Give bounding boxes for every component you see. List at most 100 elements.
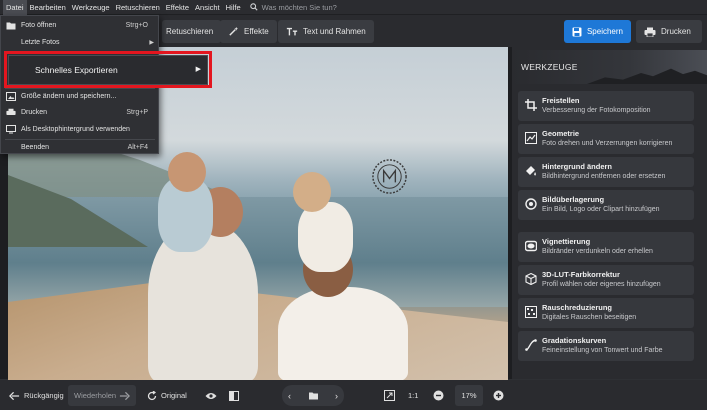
compare-toggle[interactable]	[229, 385, 243, 406]
menu-effekte[interactable]: Effekte	[163, 0, 192, 15]
print-button[interactable]: Drucken	[636, 20, 702, 43]
shortcut-print: Strg+P	[126, 109, 148, 116]
curves-icon	[525, 339, 537, 351]
submenu-arrow-icon: ▶	[195, 66, 201, 73]
tool-name: Rauschreduzierung	[542, 303, 613, 312]
resize-image-icon	[6, 92, 16, 101]
tool-name: Hintergrund ändern	[542, 162, 613, 171]
shortcut-open: Strg+O	[125, 22, 148, 29]
tools-panel-header: WERKZEUGE	[512, 50, 707, 84]
tools-panel-title: WERKZEUGE	[521, 62, 578, 72]
zoom-in-button[interactable]	[493, 385, 508, 406]
fit-screen-icon	[384, 390, 395, 401]
tool-noise-reduction[interactable]: Rauschreduzierung Digitales Rauschen bes…	[518, 298, 694, 328]
plus-circle-icon	[493, 390, 504, 401]
tool-curves[interactable]: Gradationskurven Feineinstellung von Ton…	[518, 331, 694, 361]
floppy-disk-icon	[572, 27, 582, 36]
menu-item-resize-save-label: Größe ändern und speichern...	[21, 93, 117, 100]
lut-cube-icon	[525, 273, 537, 285]
zoom-out-button[interactable]	[433, 385, 448, 406]
tool-vignette[interactable]: Vignettierung Bildränder verdunkeln oder…	[518, 232, 694, 262]
tool-crop[interactable]: Freistellen Verbesserung der Fotokomposi…	[518, 91, 694, 121]
tool-change-background[interactable]: Hintergrund ändern Bildhintergrund entfe…	[518, 157, 694, 187]
tool-description: Bildränder verdunkeln oder erhellen	[542, 248, 653, 255]
menu-item-exit-label: Beenden	[21, 144, 50, 151]
overlay-icon	[525, 198, 537, 210]
menu-item-resize-save[interactable]: Größe ändern und speichern...	[1, 89, 158, 104]
tool-name: Gradationskurven	[542, 336, 607, 345]
save-label: Speichern	[586, 27, 623, 36]
preview-toggle[interactable]	[205, 385, 221, 406]
menu-item-set-wallpaper-label: Als Desktophintergrund verwenden	[21, 126, 130, 133]
undo-button[interactable]: Rückgängig	[9, 385, 64, 406]
bottom-bar: Rückgängig Wiederholen Original ‹ › 1:1 …	[0, 380, 707, 410]
printer-icon	[6, 108, 16, 115]
search-box[interactable]: Was möchten Sie tun?	[249, 2, 337, 12]
tab-text-frame[interactable]: Text und Rahmen	[278, 20, 374, 43]
tool-name: Geometrie	[542, 129, 580, 138]
menu-item-open-photo[interactable]: Foto öffnen Strg+O	[1, 18, 158, 33]
paint-bucket-icon	[526, 166, 536, 176]
folder-icon	[6, 22, 16, 30]
tab-text-frame-label: Text und Rahmen	[303, 27, 366, 36]
actual-size-button[interactable]: 1:1	[408, 385, 418, 406]
tool-description: Verbesserung der Fotokomposition	[542, 107, 651, 114]
tool-name: 3D-LUT-Farbkorrektur	[542, 270, 620, 279]
menu-item-recent-photos-label: Letzte Fotos	[21, 39, 60, 46]
geometry-icon	[525, 132, 537, 144]
tool-description: Profil wählen oder eigenes hinzufügen	[542, 281, 661, 288]
previous-photo-icon[interactable]: ‹	[288, 391, 291, 401]
next-photo-icon[interactable]: ›	[335, 391, 338, 401]
tool-description: Foto drehen und Verzerrungen korrigieren	[542, 140, 673, 147]
photo-woman-body	[278, 287, 408, 380]
tool-description: Digitales Rauschen beseitigen	[542, 314, 637, 321]
monitor-icon	[6, 125, 16, 134]
tool-geometry[interactable]: Geometrie Foto drehen und Verzerrungen k…	[518, 124, 694, 154]
menu-bar: Datei Bearbeiten Werkzeuge Retuschieren …	[0, 0, 707, 15]
menu-divider	[5, 53, 155, 54]
menu-ansicht[interactable]: Ansicht	[192, 0, 223, 15]
menu-item-open-photo-label: Foto öffnen	[21, 22, 57, 29]
menu-item-quick-export[interactable]: Schnelles Exportieren ▶	[8, 55, 208, 85]
menu-werkzeuge[interactable]: Werkzeuge	[69, 0, 113, 15]
photo-girl-head	[293, 172, 331, 212]
tool-description: Bildhintergrund entfernen oder ersetzen	[542, 173, 666, 180]
menu-hilfe[interactable]: Hilfe	[223, 0, 244, 15]
noise-icon	[525, 306, 537, 318]
menu-item-quick-export-label: Schnelles Exportieren	[35, 65, 118, 75]
tool-image-overlay[interactable]: Bildüberlagerung Ein Bild, Logo oder Cli…	[518, 190, 694, 220]
search-placeholder: Was möchten Sie tun?	[261, 2, 337, 12]
tab-retouch-label: Retuschieren	[166, 27, 214, 36]
zoom-value: 17%	[461, 391, 477, 400]
original-button[interactable]: Original	[147, 385, 187, 406]
menu-datei[interactable]: Datei	[3, 0, 27, 15]
menu-bearbeiten[interactable]: Bearbeiten	[27, 0, 69, 15]
menu-retuschieren[interactable]: Retuschieren	[113, 0, 163, 15]
crop-icon	[525, 99, 537, 111]
vignette-icon	[525, 240, 537, 252]
tool-description: Ein Bild, Logo oder Clipart hinzufügen	[542, 206, 660, 213]
menu-item-exit[interactable]: Beenden Alt+F4	[1, 140, 158, 155]
menu-item-set-wallpaper[interactable]: Als Desktophintergrund verwenden	[1, 122, 158, 137]
fit-to-screen-button[interactable]	[384, 385, 399, 406]
submenu-arrow-icon: ▶	[149, 40, 154, 46]
menu-item-print[interactable]: Drucken Strg+P	[1, 105, 158, 120]
photo-girl-body	[298, 202, 353, 272]
zoom-level-field[interactable]: 17%	[455, 385, 483, 406]
undo-arrow-icon	[9, 391, 20, 400]
original-label: Original	[161, 391, 187, 400]
tab-retouch[interactable]: Retuschieren	[162, 20, 222, 43]
save-button[interactable]: Speichern	[564, 20, 631, 43]
print-label: Drucken	[661, 27, 691, 36]
folder-icon[interactable]	[308, 391, 319, 400]
redo-arrow-icon	[120, 391, 131, 400]
ratio-label: 1:1	[408, 391, 419, 400]
compare-icon	[229, 390, 239, 401]
redo-button[interactable]: Wiederholen	[68, 385, 137, 406]
tool-name: Freistellen	[542, 96, 580, 105]
menu-item-recent-photos[interactable]: Letzte Fotos ▶	[1, 35, 158, 50]
tool-description: Feineinstellung von Tonwert und Farbe	[542, 347, 663, 354]
mountain-silhouette	[587, 68, 707, 84]
tool-3d-lut[interactable]: 3D-LUT-Farbkorrektur Profil wählen oder …	[518, 265, 694, 295]
tab-effects[interactable]: Effekte	[220, 20, 277, 43]
